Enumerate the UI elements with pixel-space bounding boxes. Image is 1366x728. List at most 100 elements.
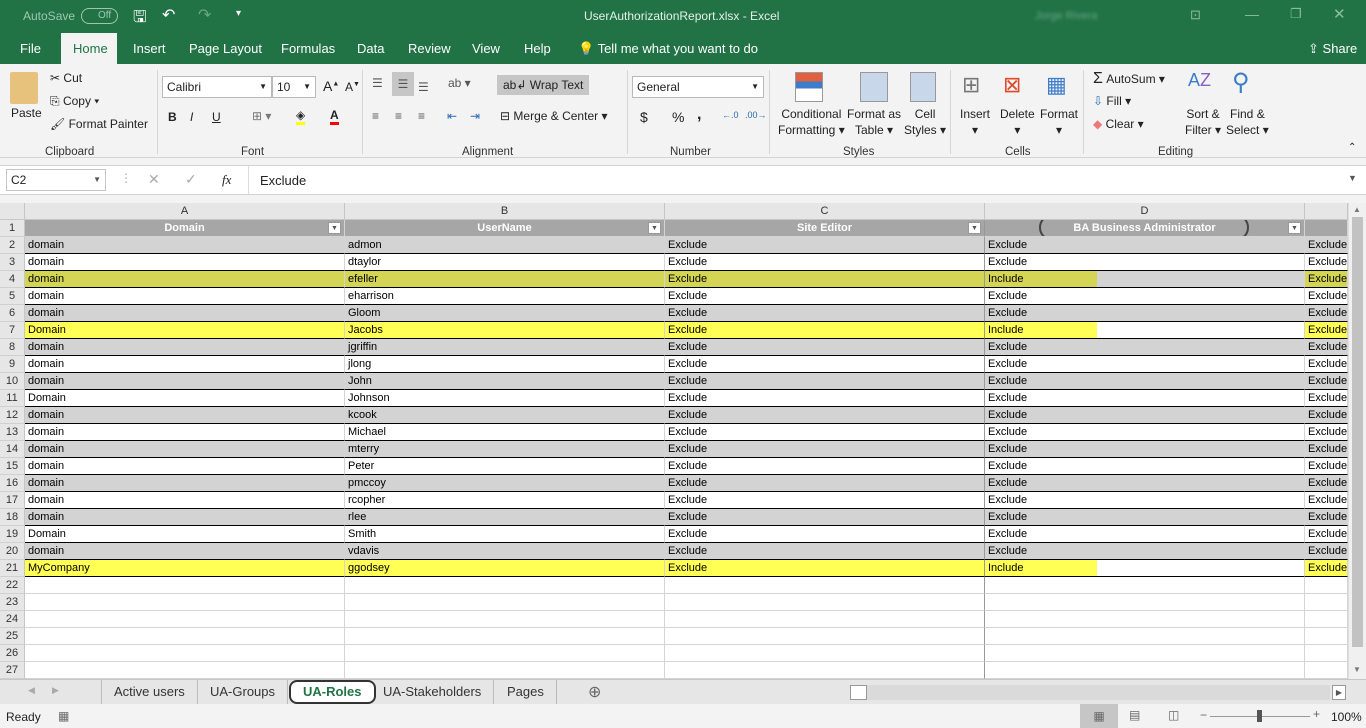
cell[interactable]: Exclude xyxy=(985,305,1305,322)
increase-decimal-icon[interactable]: ←.0 xyxy=(722,110,739,120)
sheet-tab-pages[interactable]: Pages xyxy=(495,680,557,704)
share-button[interactable]: ⇪ Share xyxy=(1300,33,1365,64)
row-number[interactable]: 12 xyxy=(0,407,25,424)
delete-button[interactable]: Delete ▾ xyxy=(1000,106,1035,138)
cell[interactable]: dtaylor xyxy=(345,254,665,271)
tab-view[interactable]: View xyxy=(464,33,508,64)
cell-styles-button[interactable]: Cell Styles ▾ xyxy=(904,106,946,138)
cell[interactable]: domain xyxy=(25,356,345,373)
cell[interactable]: Exclude xyxy=(1305,271,1348,288)
filter-dropdown-icon[interactable]: ▼ xyxy=(968,222,981,234)
sort-filter-icon[interactable]: AZ xyxy=(1188,70,1211,91)
cell[interactable] xyxy=(1305,645,1348,662)
cell[interactable]: Exclude xyxy=(985,458,1305,475)
align-left-icon[interactable]: ≡ xyxy=(372,109,379,123)
insert-function-button[interactable]: fx xyxy=(222,172,231,188)
zoom-slider-thumb[interactable] xyxy=(1257,710,1262,722)
cell[interactable]: domain xyxy=(25,475,345,492)
cell[interactable]: Exclude xyxy=(665,271,985,288)
cell[interactable]: eharrison xyxy=(345,288,665,305)
fill-button[interactable]: ⇩ Fill ▾ xyxy=(1093,94,1131,108)
cell[interactable] xyxy=(345,594,665,611)
tab-insert[interactable]: Insert xyxy=(125,33,174,64)
user-name[interactable]: Jorge Rivera xyxy=(1035,10,1097,22)
cell[interactable]: Smith xyxy=(345,526,665,543)
number-format-select[interactable]: General ▼ xyxy=(632,76,764,98)
cell[interactable]: Exclude xyxy=(1305,254,1348,271)
cell[interactable] xyxy=(345,611,665,628)
cell[interactable]: domain xyxy=(25,339,345,356)
cell[interactable]: Exclude xyxy=(985,339,1305,356)
zoom-in-button[interactable]: + xyxy=(1313,707,1320,721)
cell[interactable]: domain xyxy=(25,492,345,509)
row-number[interactable]: 9 xyxy=(0,356,25,373)
cell[interactable]: Exclude xyxy=(985,475,1305,492)
row-number[interactable]: 1 xyxy=(0,220,25,237)
row-number[interactable]: 24 xyxy=(0,611,25,628)
scroll-up-icon[interactable]: ▲ xyxy=(1353,205,1361,214)
cell[interactable]: Johnson xyxy=(345,390,665,407)
cell[interactable]: Exclude xyxy=(665,339,985,356)
underline-button[interactable]: U xyxy=(212,110,221,124)
cell[interactable]: domain xyxy=(25,441,345,458)
cell[interactable] xyxy=(25,594,345,611)
format-painter-button[interactable]: 🖌 Format Painter xyxy=(50,117,148,131)
cell[interactable]: domain xyxy=(25,407,345,424)
redo-icon[interactable]: ↷ xyxy=(198,5,211,25)
header-cell[interactable]: UserName ▼ xyxy=(345,220,665,237)
row-number[interactable]: 7 xyxy=(0,322,25,339)
format-table-icon[interactable] xyxy=(860,72,888,102)
row-number[interactable]: 25 xyxy=(0,628,25,645)
cell[interactable]: Domain xyxy=(25,390,345,407)
row-number[interactable]: 6 xyxy=(0,305,25,322)
cell[interactable]: MyCompany xyxy=(25,560,345,577)
cell[interactable] xyxy=(1305,594,1348,611)
cell[interactable]: Michael xyxy=(345,424,665,441)
align-bottom-icon[interactable]: ☰ xyxy=(418,80,429,94)
column-header[interactable]: C xyxy=(665,203,985,220)
cell[interactable]: domain xyxy=(25,509,345,526)
ribbon-display-icon[interactable]: ⊡ xyxy=(1190,7,1201,23)
cell[interactable]: Exclude xyxy=(665,441,985,458)
page-break-view-icon[interactable]: ◫ xyxy=(1168,708,1179,722)
sort-filter-button[interactable]: Sort & Filter ▾ xyxy=(1185,106,1221,138)
cell[interactable] xyxy=(665,594,985,611)
filter-dropdown-icon[interactable]: ▼ xyxy=(328,222,341,234)
close-icon[interactable]: ✕ xyxy=(1333,5,1346,23)
add-sheet-icon[interactable]: ⊕ xyxy=(588,682,601,702)
sheet-tab-ua-stakeholders[interactable]: UA-Stakeholders xyxy=(371,680,495,704)
cell[interactable]: domain xyxy=(25,271,345,288)
macro-recording-icon[interactable]: ▦ xyxy=(58,709,69,723)
cell[interactable]: Exclude xyxy=(665,458,985,475)
cell[interactable]: domain xyxy=(25,254,345,271)
enter-icon[interactable]: ✓ xyxy=(185,171,197,188)
conditional-formatting-icon[interactable] xyxy=(795,72,823,102)
decrease-indent-icon[interactable]: ⇤ xyxy=(447,109,457,123)
font-name-select[interactable]: Calibri ▼ xyxy=(162,76,272,98)
cell[interactable] xyxy=(665,628,985,645)
cell[interactable] xyxy=(25,628,345,645)
cell[interactable]: domain xyxy=(25,458,345,475)
clear-button[interactable]: ◆ Clear ▾ xyxy=(1093,117,1144,131)
header-cell[interactable]: Domain ▼ xyxy=(25,220,345,237)
cell[interactable]: Exclude xyxy=(985,543,1305,560)
cell[interactable]: Exclude xyxy=(1305,441,1348,458)
cell[interactable] xyxy=(665,645,985,662)
cell[interactable]: Exclude xyxy=(665,560,985,577)
save-icon[interactable]: 🖫 xyxy=(133,6,147,33)
cell[interactable]: Include xyxy=(985,560,1305,577)
cell[interactable]: Exclude xyxy=(985,407,1305,424)
sheet-tab-ua-roles[interactable]: UA-Roles xyxy=(289,680,376,704)
next-sheet-icon[interactable]: ▶ xyxy=(52,685,59,696)
currency-button[interactable]: $ xyxy=(640,109,648,125)
row-number[interactable]: 8 xyxy=(0,339,25,356)
borders-icon[interactable]: ⊞ ▾ xyxy=(252,109,271,123)
row-number[interactable]: 14 xyxy=(0,441,25,458)
cell[interactable] xyxy=(985,662,1305,679)
cell[interactable]: domain xyxy=(25,543,345,560)
cell[interactable]: Exclude xyxy=(1305,407,1348,424)
horizontal-scrollbar[interactable] xyxy=(850,685,1330,700)
autosum-button[interactable]: Σ AutoSum ▾ xyxy=(1093,70,1165,88)
cell[interactable]: mterry xyxy=(345,441,665,458)
cell[interactable] xyxy=(1305,220,1348,237)
